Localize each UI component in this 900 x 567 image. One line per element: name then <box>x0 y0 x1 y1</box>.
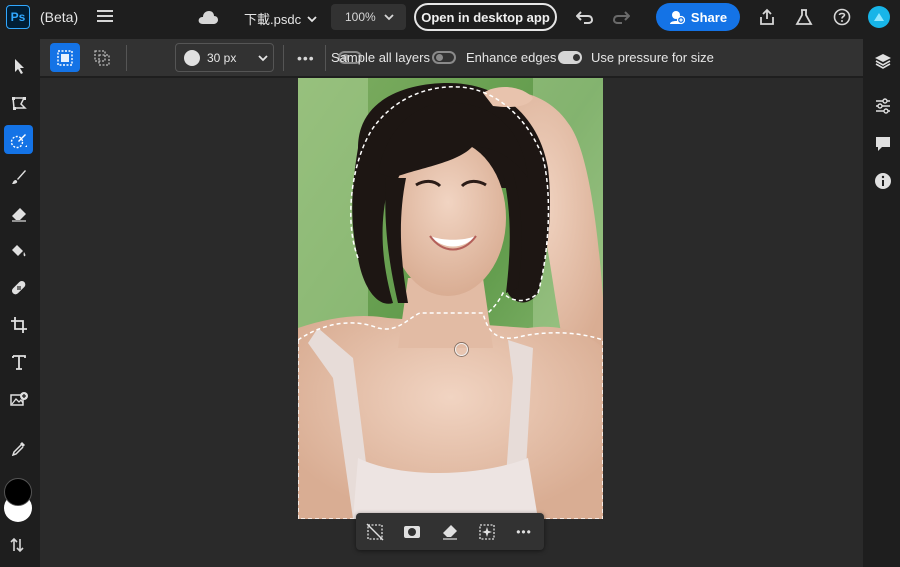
quick-selection-icon <box>10 133 27 148</box>
adjustments-panel-button[interactable] <box>873 96 893 116</box>
add-user-icon <box>669 11 685 25</box>
bandage-icon <box>11 280 25 294</box>
healing-tool[interactable] <box>4 273 33 302</box>
separator <box>283 45 284 71</box>
more-icon: ••• <box>516 525 532 539</box>
undo-icon[interactable] <box>576 10 594 24</box>
new-selection-icon <box>57 49 73 66</box>
subtract-selection-icon <box>94 49 110 66</box>
layers-panel-button[interactable] <box>873 51 893 71</box>
tool-options-bar: 30 px ••• Sample all layers Enhance edge… <box>40 39 863 76</box>
zoom-value: 100% <box>345 10 376 24</box>
info-icon <box>875 173 891 189</box>
contextual-task-bar: ••• <box>356 513 544 550</box>
export-icon[interactable] <box>758 8 776 26</box>
eraser-icon <box>443 525 457 540</box>
share-label: Share <box>690 9 728 25</box>
erase-selection-button[interactable] <box>440 522 460 542</box>
add-image-icon <box>9 391 28 406</box>
quick-selection-tool[interactable] <box>4 125 33 154</box>
photoshop-logo[interactable]: Ps <box>6 5 30 29</box>
lasso-tool[interactable] <box>4 88 33 117</box>
document-image[interactable] <box>298 78 603 519</box>
top-bar: Ps (Beta) 下載.psdc 100% Open in desktop a… <box>0 0 900 35</box>
properties-panel-button[interactable] <box>873 171 893 191</box>
paint-bucket-tool[interactable] <box>4 236 33 265</box>
brush-icon <box>11 169 26 184</box>
brush-size-dropdown[interactable]: 30 px <box>175 43 274 72</box>
type-icon <box>11 354 26 370</box>
hamburger-menu-icon[interactable] <box>97 9 113 23</box>
enhance-edges-label: Enhance edges <box>466 50 557 65</box>
brush-tool[interactable] <box>4 162 33 191</box>
arrow-pointer-icon <box>14 58 24 74</box>
photo-content <box>298 78 603 519</box>
chevron-down-icon <box>258 54 268 61</box>
separator <box>325 45 326 71</box>
new-selection-button[interactable] <box>50 43 80 72</box>
eyedropper-tool[interactable] <box>4 433 33 462</box>
comment-icon <box>876 137 890 151</box>
generative-fill-icon <box>479 524 495 540</box>
deselect-icon <box>366 523 384 541</box>
polygon-lasso-icon <box>11 96 27 110</box>
use-pressure-label: Use pressure for size <box>591 50 714 65</box>
filename-label: 下載.psdc <box>244 12 302 27</box>
chevron-down-icon <box>384 14 394 21</box>
beta-flask-icon[interactable] <box>795 8 813 26</box>
brush-preview-icon <box>184 49 200 66</box>
foreground-color-swatch[interactable] <box>4 478 32 506</box>
crop-tool[interactable] <box>4 310 33 339</box>
swap-colors-icon[interactable] <box>10 537 24 553</box>
paint-bucket-icon <box>11 244 25 256</box>
add-image-tool[interactable] <box>4 384 33 413</box>
type-tool[interactable] <box>4 347 33 376</box>
cloud-icon[interactable] <box>197 9 219 25</box>
document-title[interactable]: 下載.psdc <box>244 9 317 28</box>
chevron-down-icon <box>307 15 317 22</box>
mask-icon <box>404 526 420 538</box>
deselect-button[interactable] <box>365 522 385 542</box>
layers-icon <box>875 54 891 69</box>
eraser-icon <box>11 207 26 222</box>
sample-all-layers-label: Sample all layers <box>331 50 430 65</box>
crop-icon <box>10 316 27 333</box>
help-icon[interactable] <box>833 8 851 26</box>
user-avatar[interactable] <box>868 6 890 28</box>
subtract-selection-button[interactable] <box>87 43 117 72</box>
more-actions-button[interactable]: ••• <box>514 522 534 542</box>
zoom-dropdown[interactable]: 100% <box>331 4 406 30</box>
separator <box>126 45 127 71</box>
mask-button[interactable] <box>402 522 422 542</box>
left-toolbar <box>0 37 37 567</box>
more-options-icon[interactable]: ••• <box>297 50 315 66</box>
avatar-icon <box>874 13 884 21</box>
comments-panel-button[interactable] <box>873 134 893 154</box>
move-tool[interactable] <box>4 51 33 80</box>
share-button[interactable]: Share <box>656 3 740 31</box>
enhance-edges-toggle[interactable] <box>432 51 456 64</box>
use-pressure-toggle[interactable] <box>558 51 582 64</box>
brush-size-value: 30 px <box>207 50 237 65</box>
brush-cursor <box>455 343 468 356</box>
redo-icon[interactable] <box>612 10 630 24</box>
open-in-desktop-button[interactable]: Open in desktop app <box>414 3 557 31</box>
beta-label: (Beta) <box>40 9 79 25</box>
sliders-icon <box>876 98 890 114</box>
generative-fill-button[interactable] <box>477 522 497 542</box>
eyedropper-icon <box>11 441 25 456</box>
eraser-tool[interactable] <box>4 199 33 228</box>
right-panel-bar <box>865 37 900 567</box>
